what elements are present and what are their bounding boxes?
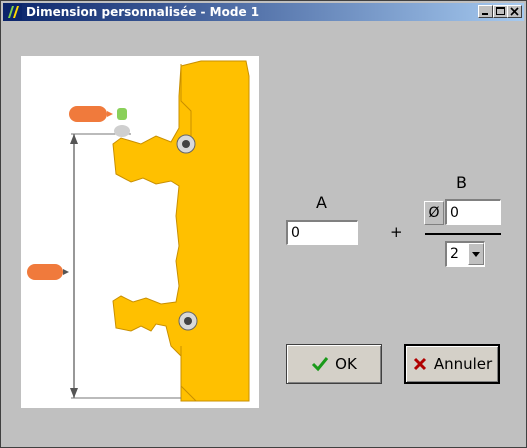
minimize-button[interactable] bbox=[478, 5, 493, 18]
fraction-line bbox=[425, 233, 501, 235]
checkmark-icon bbox=[312, 357, 329, 372]
close-button[interactable] bbox=[507, 5, 522, 18]
part-drawing bbox=[27, 60, 250, 402]
maximize-icon bbox=[496, 7, 505, 15]
dropdown-button[interactable] bbox=[468, 243, 484, 265]
dimension-badge-green bbox=[117, 108, 127, 120]
divisor-value: 2 bbox=[450, 246, 459, 262]
part-illustration bbox=[21, 56, 259, 408]
chevron-down-icon bbox=[472, 252, 480, 257]
diameter-button[interactable]: Ø bbox=[424, 201, 444, 225]
ok-label: OK bbox=[335, 355, 357, 373]
minimize-icon bbox=[482, 13, 488, 15]
input-b[interactable] bbox=[445, 199, 501, 225]
ok-button[interactable]: OK bbox=[286, 344, 382, 384]
cancel-button[interactable]: Annuler bbox=[404, 344, 500, 384]
app-icon bbox=[6, 4, 22, 20]
window-title: Dimension personnalisée - Mode 1 bbox=[26, 5, 260, 19]
divisor-select[interactable]: 2 bbox=[445, 241, 485, 267]
label-b: B bbox=[456, 173, 467, 192]
x-icon bbox=[413, 357, 426, 371]
maximize-button[interactable] bbox=[493, 5, 508, 18]
input-a[interactable] bbox=[286, 220, 358, 245]
plus-sign: + bbox=[390, 223, 403, 241]
dimension-badge-a bbox=[27, 264, 63, 280]
label-a: A bbox=[316, 193, 327, 212]
close-icon bbox=[510, 7, 519, 16]
dimension-badge-b bbox=[69, 106, 107, 122]
dialog-window: Dimension personnalisée - Mode 1 A 0 + B… bbox=[0, 0, 527, 448]
cancel-label: Annuler bbox=[433, 355, 493, 373]
title-bar[interactable]: Dimension personnalisée - Mode 1 bbox=[3, 3, 524, 21]
